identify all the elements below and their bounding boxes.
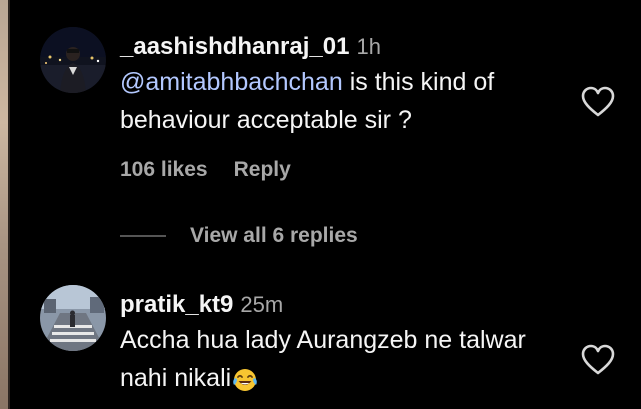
profile-photo-road-crossing-icon [40,285,106,351]
timestamp: 1h [356,34,381,59]
mention-link[interactable]: @amitabhbachchan [120,68,343,96]
view-replies-button[interactable]: View all 6 replies [120,224,358,248]
comment-body: @amitabhbachchan is this kind of behavio… [120,63,570,139]
likes-count[interactable]: 106 likes [120,158,208,182]
comment-body: Accha hua lady Aurangzeb ne talwar nahi … [120,321,530,397]
replies-divider [120,235,166,237]
comment-actions: 106 likes Reply [120,158,291,182]
heart-outline-icon[interactable] [581,86,615,118]
view-replies-label: View all 6 replies [190,224,358,247]
avatar[interactable] [40,27,106,93]
tears-of-joy-emoji-icon [232,366,258,392]
comments-panel: _aashishdhanraj_01 1h @amitabhbachchan i… [10,0,641,409]
background-photo-edge [0,0,10,409]
username[interactable]: pratik_kt9 [120,291,233,319]
profile-photo-night-city-icon [40,27,106,93]
comment-header: pratik_kt9 25m [120,291,283,319]
timestamp: 25m [240,292,284,317]
username[interactable]: _aashishdhanraj_01 [120,33,349,61]
comment-header: _aashishdhanraj_01 1h [120,33,381,61]
reply-button[interactable]: Reply [234,158,291,182]
heart-outline-icon[interactable] [581,344,615,376]
comment-text: Accha hua lady Aurangzeb ne talwar nahi … [120,326,526,392]
avatar[interactable] [40,285,106,351]
